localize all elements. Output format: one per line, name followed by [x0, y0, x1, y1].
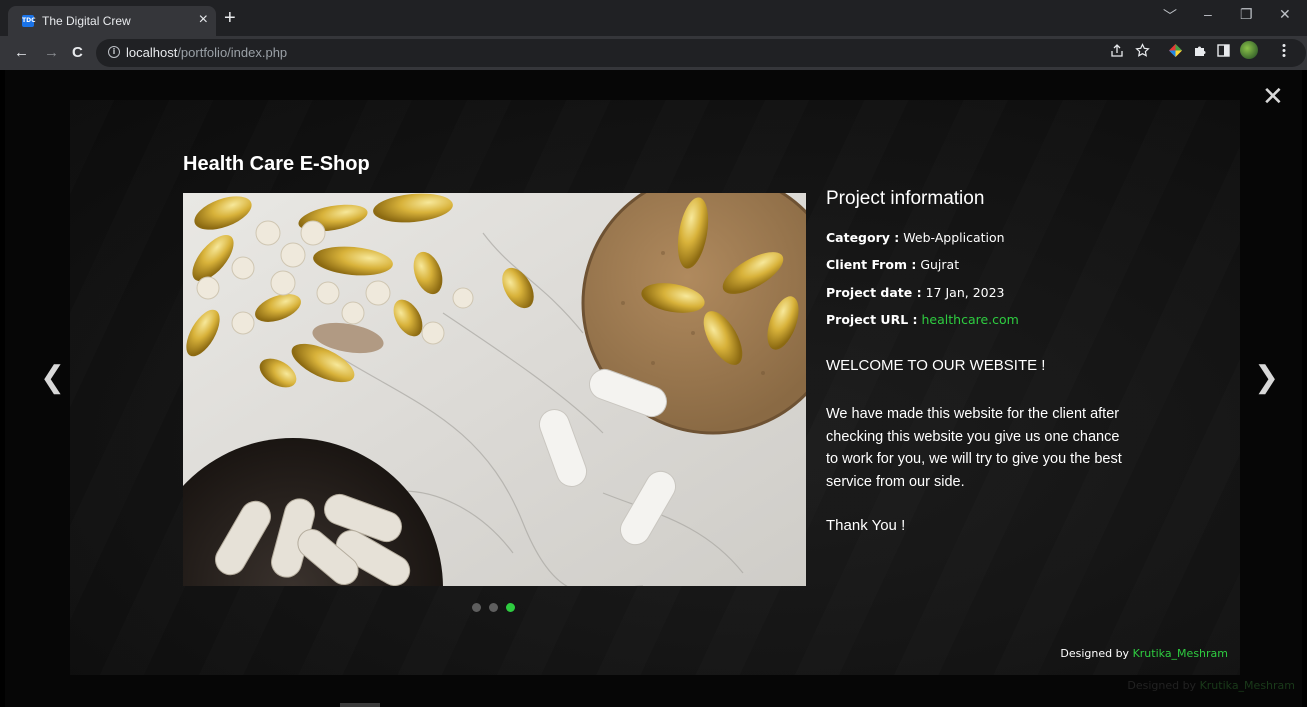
project-title: Health Care E-Shop: [183, 153, 370, 175]
date-row: Project date : 17 Jan, 2023: [826, 285, 1005, 300]
share-icon[interactable]: [1110, 44, 1124, 58]
browser-tab-bar: TDC The Digital Crew × + ﹀ – ❐ ✕: [0, 0, 1307, 36]
new-tab-button[interactable]: +: [224, 8, 236, 28]
project-description: We have made this website for the client…: [826, 406, 1122, 490]
extension-color-icon[interactable]: [1168, 43, 1183, 58]
window-close-button[interactable]: ✕: [1279, 6, 1291, 23]
forward-button[interactable]: →: [44, 44, 59, 62]
minimize-button[interactable]: –: [1204, 6, 1212, 22]
slider-dot[interactable]: [472, 603, 481, 612]
address-bar[interactable]: i localhost/portfolio/index.php: [96, 39, 1306, 67]
address-url[interactable]: localhost/portfolio/index.php: [126, 45, 287, 60]
site-info-icon[interactable]: i: [108, 46, 120, 58]
welcome-text: WELCOME TO OUR WEBSITE !: [826, 357, 1046, 374]
prev-arrow-icon[interactable]: ❮: [40, 360, 65, 395]
reload-button[interactable]: C: [72, 44, 83, 62]
tab-title: The Digital Crew: [42, 14, 131, 28]
puzzle-icon[interactable]: [1193, 43, 1208, 58]
browser-tab[interactable]: TDC The Digital Crew ×: [8, 6, 216, 36]
sidepanel-icon[interactable]: [1217, 44, 1230, 57]
project-url-link[interactable]: healthcare.com: [922, 312, 1019, 327]
restore-button[interactable]: ❐: [1240, 6, 1253, 23]
menu-icon[interactable]: [1281, 43, 1287, 58]
scrollbar-thumb[interactable]: [340, 703, 380, 707]
category-row: Category : Web-Application: [826, 230, 1005, 245]
slider-dots: [472, 599, 523, 617]
url-row: Project URL : healthcare.com: [826, 312, 1019, 327]
slider-dot[interactable]: [489, 603, 498, 612]
thanks-text: Thank You !: [826, 517, 906, 534]
favicon-icon: TDC: [22, 15, 35, 27]
slider-dot-active[interactable]: [506, 603, 515, 612]
tab-close-icon[interactable]: ×: [199, 11, 208, 29]
designer-name-link[interactable]: Krutika_Meshram: [1133, 647, 1228, 660]
next-arrow-icon[interactable]: ❯: [1254, 360, 1279, 395]
project-image: [183, 193, 806, 586]
designer-credit: Designed by Krutika_Meshram: [1060, 647, 1228, 660]
back-button[interactable]: ←: [14, 44, 29, 62]
star-icon[interactable]: [1135, 43, 1150, 58]
client-row: Client From : Gujrat: [826, 257, 960, 272]
background-credit: Designed by Krutika_Meshram: [1127, 679, 1295, 692]
project-info-heading: Project information: [826, 188, 985, 209]
tab-search-icon[interactable]: ﹀: [1163, 6, 1177, 26]
profile-avatar[interactable]: [1240, 41, 1258, 59]
lightbox-close-icon[interactable]: ✕: [1262, 84, 1284, 110]
